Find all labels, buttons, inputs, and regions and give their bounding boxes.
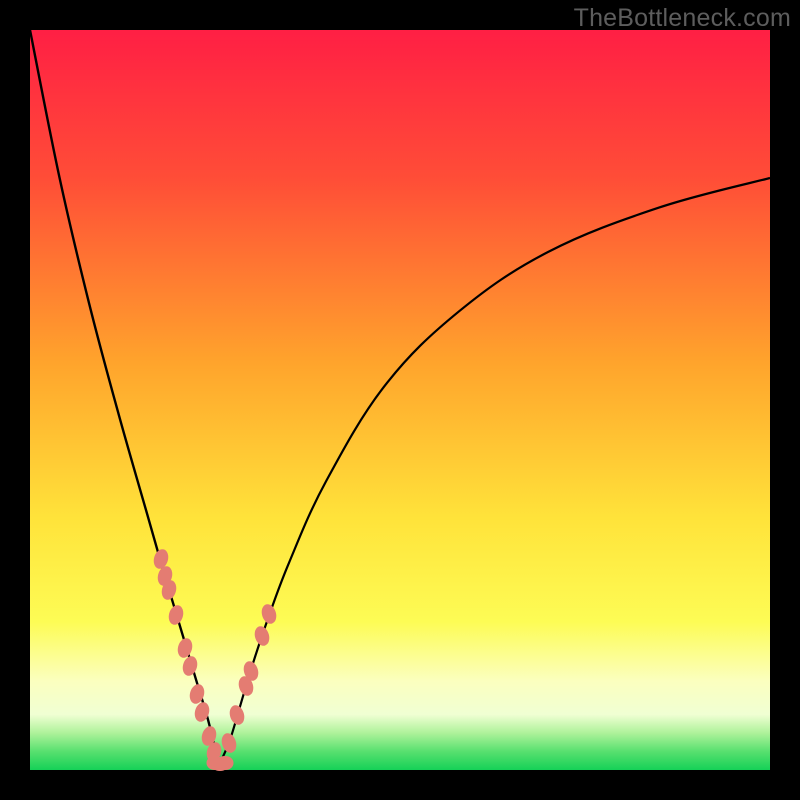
bottleneck-curve (30, 30, 770, 770)
plot-area (30, 30, 770, 770)
data-marker (217, 756, 234, 770)
curve-left (30, 30, 220, 763)
curve-right (220, 178, 770, 763)
watermark-text: TheBottleneck.com (574, 4, 791, 33)
